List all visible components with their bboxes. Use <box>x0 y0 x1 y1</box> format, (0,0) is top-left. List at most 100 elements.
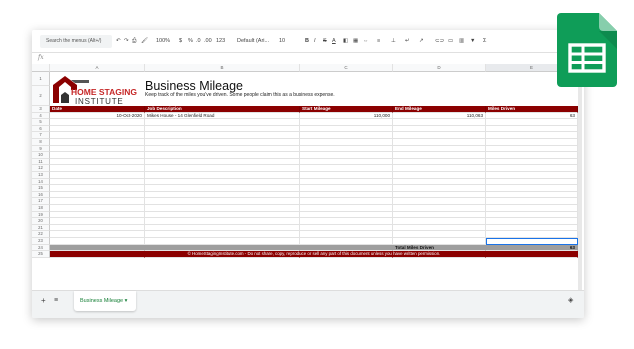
text-rotation-icon[interactable]: ↗ <box>419 30 424 52</box>
column-header-b[interactable]: B <box>145 64 300 72</box>
cell[interactable] <box>145 165 300 172</box>
cell[interactable] <box>486 224 578 232</box>
insert-chart-icon[interactable]: ▥ <box>459 30 464 52</box>
column-header-c[interactable]: C <box>300 64 393 72</box>
cell[interactable] <box>50 172 145 179</box>
cell[interactable] <box>486 165 578 172</box>
cell[interactable] <box>50 145 145 153</box>
horizontal-align-icon[interactable]: ≡ <box>377 30 380 52</box>
cell[interactable] <box>50 218 145 225</box>
data-cell[interactable]: 63 <box>486 112 578 120</box>
all-sheets-icon[interactable]: ≡ <box>54 291 58 311</box>
data-cell[interactable]: 110,000 <box>300 112 393 120</box>
cell[interactable] <box>393 139 486 146</box>
row-number[interactable]: 24 <box>32 244 50 252</box>
font-select[interactable]: Default (Ari... <box>237 30 269 52</box>
cell[interactable] <box>145 145 300 153</box>
cell[interactable] <box>145 132 300 139</box>
cell[interactable] <box>50 231 145 238</box>
cell[interactable] <box>50 119 145 126</box>
cell[interactable] <box>486 119 578 126</box>
row-number[interactable]: 18 <box>32 205 50 212</box>
cell[interactable] <box>300 178 393 186</box>
cell[interactable] <box>145 231 300 238</box>
total-value[interactable]: 63 <box>486 244 578 252</box>
cell[interactable] <box>393 165 486 172</box>
row-number[interactable]: 1 <box>32 72 50 86</box>
cell[interactable] <box>50 139 145 146</box>
cell[interactable] <box>145 191 300 199</box>
cell[interactable] <box>145 244 300 252</box>
cell[interactable] <box>393 145 486 153</box>
cell[interactable] <box>300 191 393 199</box>
row-number[interactable]: 2 <box>32 86 50 106</box>
cell[interactable] <box>393 185 486 192</box>
borders-icon[interactable]: ▦ <box>353 30 358 52</box>
cell[interactable] <box>393 125 486 133</box>
percent-button[interactable]: % <box>188 30 193 52</box>
cell[interactable] <box>393 178 486 186</box>
cell[interactable] <box>50 198 145 205</box>
text-color-icon[interactable]: A <box>332 30 336 52</box>
cell[interactable] <box>300 125 393 133</box>
cell[interactable] <box>393 218 486 225</box>
cell[interactable] <box>486 139 578 146</box>
cell[interactable] <box>486 218 578 225</box>
row-number[interactable]: 22 <box>32 231 50 238</box>
cell[interactable] <box>50 211 145 219</box>
cell[interactable] <box>300 205 393 212</box>
decrease-decimal-button[interactable]: .0 <box>196 30 201 52</box>
row-number[interactable]: 8 <box>32 139 50 146</box>
italic-icon[interactable]: I <box>314 30 316 52</box>
row-number[interactable]: 9 <box>32 145 50 153</box>
cell[interactable] <box>50 132 145 139</box>
cell[interactable] <box>300 224 393 232</box>
zoom-select[interactable]: 100% <box>156 30 170 52</box>
cell[interactable] <box>486 86 578 106</box>
row-number[interactable]: 19 <box>32 211 50 219</box>
cell[interactable] <box>50 165 145 172</box>
print-icon[interactable]: ⎙ <box>132 30 136 52</box>
vertical-align-icon[interactable]: ⊥ <box>391 30 396 52</box>
cell[interactable] <box>486 158 578 166</box>
cell[interactable] <box>393 119 486 126</box>
cell[interactable] <box>300 158 393 166</box>
tab-business-mileage[interactable]: Business Mileage ▾ <box>74 291 136 311</box>
cell[interactable] <box>50 178 145 186</box>
cell[interactable] <box>300 132 393 139</box>
cell[interactable] <box>486 191 578 199</box>
fill-color-icon[interactable]: ◧ <box>343 30 348 52</box>
add-sheet-icon[interactable]: + <box>41 291 46 311</box>
cell[interactable] <box>486 152 578 159</box>
cell[interactable] <box>145 125 300 133</box>
cell[interactable] <box>50 238 145 245</box>
cell[interactable] <box>300 119 393 126</box>
cell[interactable] <box>300 198 393 205</box>
column-header-a[interactable]: A <box>50 64 145 72</box>
row-number[interactable]: 13 <box>32 172 50 179</box>
merge-cells-icon[interactable]: ⇔ <box>363 30 369 52</box>
cell[interactable] <box>486 145 578 153</box>
cell[interactable] <box>300 231 393 238</box>
cell[interactable] <box>50 205 145 212</box>
row-number[interactable]: 25 <box>32 251 50 258</box>
cell[interactable] <box>300 218 393 225</box>
row-number[interactable]: 3 <box>32 106 50 113</box>
cell[interactable] <box>486 231 578 238</box>
cell[interactable] <box>486 178 578 186</box>
cell[interactable] <box>300 185 393 192</box>
cell[interactable] <box>393 152 486 159</box>
cell[interactable] <box>486 211 578 219</box>
cell[interactable] <box>300 139 393 146</box>
row-number[interactable]: 6 <box>32 125 50 133</box>
cell[interactable] <box>145 238 300 245</box>
cell[interactable] <box>393 86 486 106</box>
insert-link-icon[interactable]: ⊂⊃ <box>435 30 444 52</box>
cell[interactable] <box>145 218 300 225</box>
cell[interactable] <box>300 244 393 252</box>
cell[interactable] <box>145 205 300 212</box>
filter-icon[interactable]: ▼ <box>470 30 475 52</box>
strikethrough-icon[interactable]: S <box>323 30 327 52</box>
vertical-scrollbar[interactable] <box>578 72 582 302</box>
cell[interactable] <box>300 172 393 179</box>
